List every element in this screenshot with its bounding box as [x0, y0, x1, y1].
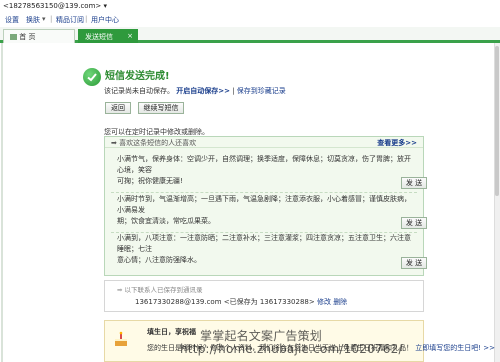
save-notice: 该记录尚未自动保存。 开启自动保存>> | 保存到珍藏记录 — [104, 86, 286, 96]
enable-auto-save-link[interactable]: 开启自动保存>> — [176, 87, 230, 95]
recommended-sms-3: 小满到，八项注意：一注意防晒；二注意补水；三注意灌浆；四注意贪凉；五注意卫生；六… — [117, 234, 411, 264]
tab-home-label: 首 页 — [19, 33, 36, 41]
saved-contacts-box: ➡ 以下联系人已保存到通讯录 13617330288@139.com <已保存为… — [104, 280, 424, 312]
top-menu: 设置 换肤 ▾ | 精品订阅 | 用户中心 — [0, 14, 500, 26]
contact-row: 13617330288@139.com <已保存为 13617330288> 修… — [135, 297, 347, 307]
send-button-1[interactable]: 发 送 — [401, 177, 427, 189]
user-center-link[interactable]: 用户中心 — [91, 15, 119, 25]
page-root: <18278563150@139.com> ▾ 设置 换肤 ▾ | 精品订阅 |… — [0, 0, 500, 362]
view-more-link[interactable]: 查看更多>> — [377, 138, 417, 148]
close-icon[interactable]: × — [127, 32, 133, 40]
delete-contact-link[interactable]: 删除 — [333, 298, 347, 306]
continue-writing-button[interactable]: 继续写短信 — [138, 102, 184, 114]
recommended-sms-2: 小满时节到，气温渐增高；一旦遇下雨，气温急剧降；注意添衣服，小心着感冒；谨慎皮肤… — [117, 195, 411, 225]
recommend-header: ➡ 喜欢这条短信的人还喜欢 查看更多>> — [105, 137, 423, 148]
tab-bar: 首 页 发送短信 × — [0, 27, 500, 43]
arrow-right-icon: ➡ — [111, 139, 117, 147]
recommend-title: ➡ 喜欢这条短信的人还喜欢 — [111, 139, 197, 147]
account-switcher[interactable]: <18278563150@139.com> ▾ — [3, 2, 107, 10]
tab-home[interactable]: 首 页 — [3, 29, 75, 43]
birthday-text: 您的生日是哪时候？修改个人资料，我们将会在您生日当天送上免费生日祝福和礼品！ 立… — [147, 344, 496, 352]
saved-contacts-title: ➡ 以下联系人已保存到通讯录 — [117, 286, 203, 294]
settings-link[interactable]: 设置 — [5, 15, 19, 25]
scrollbar-thumb[interactable] — [495, 46, 499, 196]
fill-birthday-link[interactable]: 立即填写您的生日吧! — [415, 344, 481, 352]
sms-divider — [111, 192, 417, 193]
menu-divider: | — [50, 15, 53, 23]
arrow-right-icon: ➡ — [117, 286, 123, 294]
account-bar: <18278563150@139.com> ▾ — [0, 0, 500, 14]
back-button[interactable]: 返回 — [105, 102, 131, 114]
recommended-sms-1: 小满节气，保养身体：空调少开，自然调理；换季适度，保障休息；切莫贪凉，伤了胃脾；… — [117, 155, 411, 185]
birthday-cake-icon — [113, 331, 129, 347]
skin-dropdown-arrow-icon[interactable]: ▾ — [42, 15, 46, 23]
send-button-3[interactable]: 发 送 — [401, 257, 427, 269]
birthday-promo: 填生日，享祝福 您的生日是哪时候？修改个人资料，我们将会在您生日当天送上免费生日… — [104, 320, 495, 362]
not-saved-text: 该记录尚未自动保存。 — [104, 87, 174, 95]
left-divider — [1, 43, 3, 362]
tab-send-sms-label: 发送短信 — [85, 33, 113, 41]
notice-separator: | — [232, 87, 235, 95]
send-button-2[interactable]: 发 送 — [401, 217, 427, 229]
saved-as-label: <已保存为 13617330288> — [223, 298, 315, 306]
send-complete-title: 短信发送完成! — [105, 71, 170, 82]
fill-birthday-arrow[interactable]: >> — [483, 344, 495, 352]
success-check-icon — [83, 68, 101, 86]
switch-skin-link[interactable]: 换肤 — [26, 15, 40, 25]
tab-send-sms[interactable]: 发送短信 × — [78, 29, 138, 43]
recommend-panel: ➡ 喜欢这条短信的人还喜欢 查看更多>> 小满节气，保养身体：空调少开，自然调理… — [104, 136, 427, 276]
contact-address: 13617330288@139.com — [135, 298, 222, 306]
birthday-title: 填生日，享祝福 — [147, 328, 196, 336]
modify-contact-link[interactable]: 修改 — [317, 298, 331, 306]
boutique-subscription-link[interactable]: 精品订阅 — [56, 15, 84, 25]
menu-divider: | — [85, 15, 88, 23]
save-to-favorites-link[interactable]: 保存到珍藏记录 — [237, 87, 286, 95]
home-icon — [10, 34, 17, 40]
